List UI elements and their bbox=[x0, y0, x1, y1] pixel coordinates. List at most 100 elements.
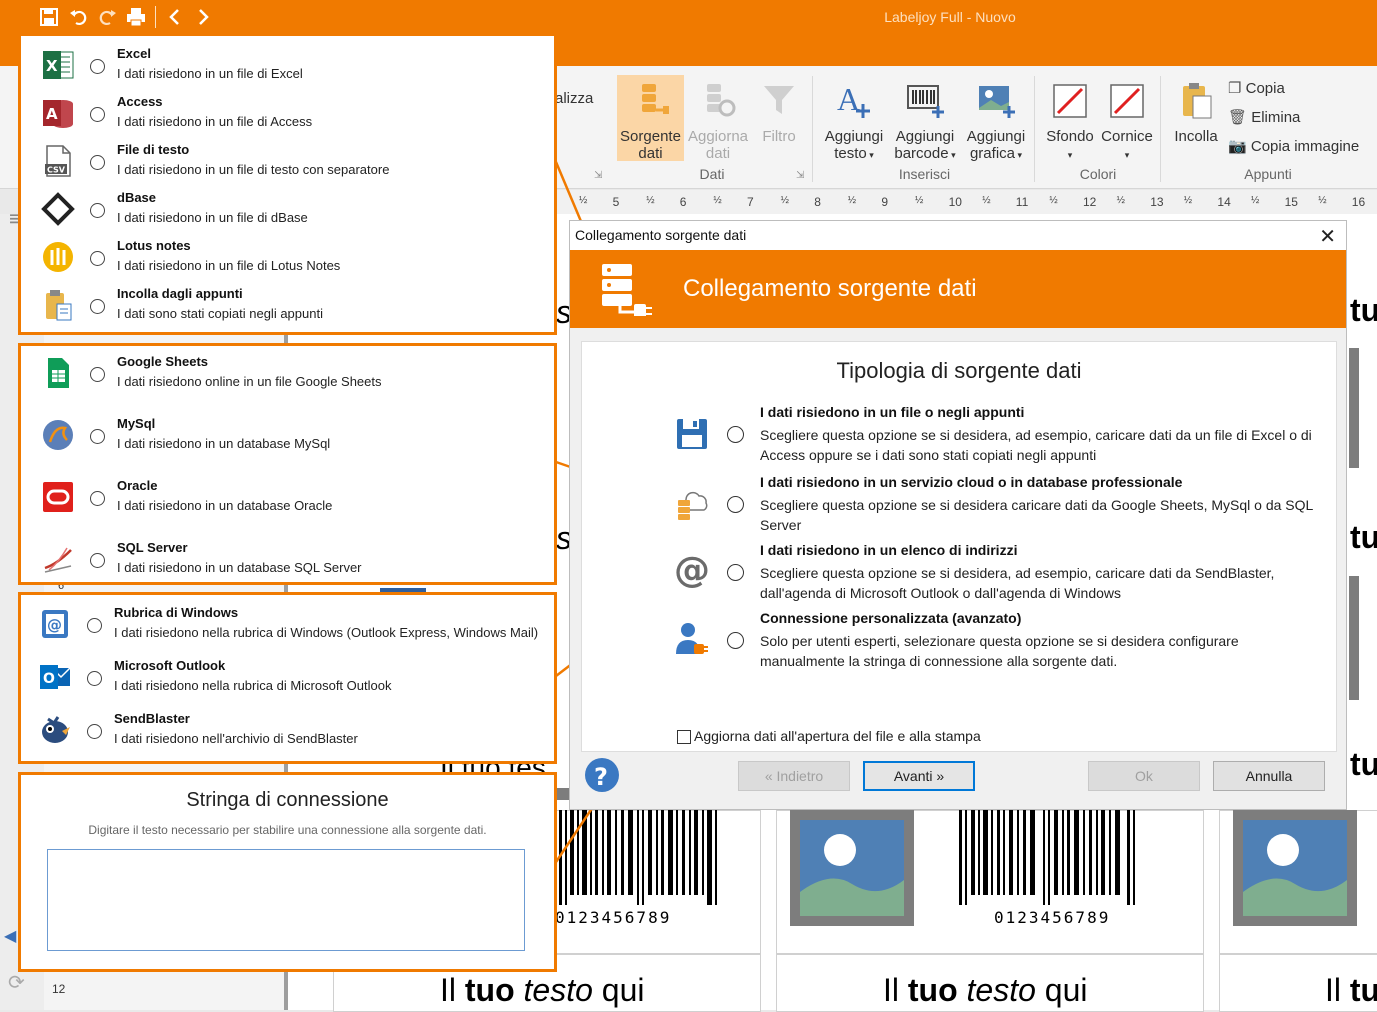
option-title: Lotus notes bbox=[117, 238, 191, 253]
access-icon: A bbox=[41, 96, 75, 130]
svg-text:?: ? bbox=[594, 763, 608, 791]
source-option-rubrica-di-windows[interactable]: @ Rubrica di Windows I dati risiedono nell… bbox=[21, 605, 554, 658]
option-radio[interactable] bbox=[727, 496, 744, 513]
file-sources-panel: X Excel I dati risiedono in un file di Exc… bbox=[18, 33, 557, 335]
at-sign-icon: @ bbox=[674, 552, 710, 588]
option-title: Access bbox=[117, 94, 163, 109]
dbase-icon bbox=[41, 192, 75, 226]
option-title: Google Sheets bbox=[117, 354, 209, 369]
option-desc: I dati risiedono in un file di Lotus Not… bbox=[117, 258, 341, 273]
user-plug-icon bbox=[674, 620, 710, 656]
option-radio[interactable] bbox=[727, 426, 744, 443]
option-desc: I dati risiedono nella rubrica di Micros… bbox=[114, 678, 392, 693]
option-radio[interactable] bbox=[90, 203, 105, 218]
csv-file-icon: CSV bbox=[41, 144, 75, 178]
option-radio[interactable] bbox=[90, 59, 105, 74]
svg-text:A: A bbox=[46, 105, 58, 123]
dialog-header: Collegamento sorgente dati bbox=[570, 250, 1346, 328]
option-desc: I dati risiedono online in un file Googl… bbox=[117, 374, 382, 389]
google-sheets-icon bbox=[41, 356, 75, 390]
svg-text:@: @ bbox=[674, 552, 710, 588]
data-source-icon bbox=[600, 262, 654, 316]
option-radio[interactable] bbox=[87, 671, 102, 686]
option-title: SQL Server bbox=[117, 540, 188, 555]
source-option-excel[interactable]: X Excel I dati risiedono in un file di Exc… bbox=[21, 46, 554, 94]
option-radio[interactable] bbox=[87, 724, 102, 739]
help-icon[interactable]: ? bbox=[584, 757, 620, 793]
option-title: MySql bbox=[117, 416, 156, 431]
option-radio[interactable] bbox=[90, 553, 105, 568]
option-desc: I dati risiedono nella rubrica di Window… bbox=[114, 625, 539, 640]
connection-string-title: Stringa di connessione bbox=[186, 789, 389, 811]
option-desc: I dati sono stati copiati negli appunti bbox=[117, 306, 323, 321]
dialog-header-title: Collegamento sorgente dati bbox=[683, 275, 977, 302]
option-title: Microsoft Outlook bbox=[114, 658, 226, 673]
option-title: Oracle bbox=[117, 478, 158, 493]
svg-text:O: O bbox=[43, 671, 55, 687]
source-option-microsoft-outlook[interactable]: O Microsoft Outlook I dati risiedono nella… bbox=[21, 658, 554, 711]
cloud-database-icon bbox=[674, 486, 710, 522]
connection-string-desc: Digitare il testo necessario per stabili… bbox=[88, 823, 487, 837]
source-option-google-sheets[interactable]: Google Sheets I dati risiedono online in … bbox=[21, 354, 554, 416]
cloud-sources-panel: Google Sheets I dati risiedono online in … bbox=[18, 343, 557, 585]
option-title: Excel bbox=[117, 46, 151, 61]
option-title: SendBlaster bbox=[114, 711, 190, 726]
svg-text:CSV: CSV bbox=[47, 166, 66, 175]
option-desc: I dati risiedono in un database MySql bbox=[117, 436, 331, 451]
clipboard-icon bbox=[41, 288, 75, 322]
dialog-title: Collegamento sorgente dati bbox=[575, 227, 747, 243]
windows-contacts-icon: @ bbox=[38, 607, 72, 641]
close-icon[interactable]: ✕ bbox=[1319, 224, 1336, 248]
source-option-file-di-testo[interactable]: CSV File di testo I dati risiedono in un f… bbox=[21, 142, 554, 190]
source-option-lotus-notes[interactable]: Lotus notes I dati risiedono in un file d… bbox=[21, 238, 554, 286]
option-radio[interactable] bbox=[90, 155, 105, 170]
dialog-titlebar: Collegamento sorgente dati ✕ bbox=[570, 221, 1346, 250]
option-desc: I dati risiedono in un file di Access bbox=[117, 114, 313, 129]
option-radio[interactable] bbox=[90, 429, 105, 444]
option-title: Incolla dagli appunti bbox=[117, 286, 243, 301]
refresh-on-open-label: Aggiorna dati all'apertura del file e al… bbox=[694, 728, 981, 744]
floppy-disk-icon bbox=[674, 416, 710, 452]
source-option-dbase[interactable]: dBase I dati risiedono in un file di dBas… bbox=[21, 190, 554, 238]
address-sources-panel: @ Rubrica di Windows I dati risiedono nell… bbox=[18, 592, 557, 764]
option-desc: I dati risiedono nell'archivio di SendBl… bbox=[114, 731, 358, 746]
sendblaster-icon bbox=[38, 713, 72, 747]
option-radio[interactable] bbox=[90, 491, 105, 506]
option-desc: I dati risiedono in un database SQL Serv… bbox=[117, 560, 362, 575]
option-title: dBase bbox=[117, 190, 157, 205]
option-radio[interactable] bbox=[727, 632, 744, 649]
ok-button[interactable]: Ok bbox=[1088, 761, 1200, 791]
cancel-button[interactable]: Annulla bbox=[1213, 761, 1325, 791]
outlook-icon: O bbox=[38, 660, 72, 694]
option-radio[interactable] bbox=[727, 564, 744, 581]
lotus-notes-icon bbox=[41, 240, 75, 274]
source-option-oracle[interactable]: Oracle I dati risiedono in un database Or… bbox=[21, 478, 554, 540]
option-radio[interactable] bbox=[87, 618, 102, 633]
sql-server-icon bbox=[41, 542, 75, 576]
next-button[interactable]: Avanti » bbox=[863, 761, 975, 791]
source-option-mysql[interactable]: MySql I dati risiedono in un database MyS… bbox=[21, 416, 554, 478]
option-radio[interactable] bbox=[90, 251, 105, 266]
option-radio[interactable] bbox=[90, 299, 105, 314]
svg-text:@: @ bbox=[47, 616, 62, 634]
option-desc: I dati risiedono in un file di dBase bbox=[117, 210, 308, 225]
option-desc: I dati risiedono in un database Oracle bbox=[117, 498, 333, 513]
source-option-access[interactable]: A Access I dati risiedono in un file di Ac… bbox=[21, 94, 554, 142]
oracle-icon bbox=[41, 480, 75, 514]
refresh-on-open-checkbox[interactable] bbox=[677, 730, 691, 744]
source-option-sendblaster[interactable]: SendBlaster I dati risiedono nell'archivi… bbox=[21, 711, 554, 764]
connection-string-input[interactable] bbox=[47, 849, 525, 951]
option-title: Rubrica di Windows bbox=[114, 605, 239, 620]
dialog-subtitle: Tipologia di sorgente dati bbox=[836, 358, 1082, 383]
option-radio[interactable] bbox=[90, 107, 105, 122]
option-desc: I dati risiedono in un file di Excel bbox=[117, 66, 303, 81]
option-desc: I dati risiedono in un file di testo con… bbox=[117, 162, 390, 177]
dialog-body: Tipologia di sorgente dati I dati risied… bbox=[581, 341, 1337, 752]
mysql-icon bbox=[41, 418, 75, 452]
option-title: File di testo bbox=[117, 142, 190, 157]
connection-string-panel: Stringa di connessione Digitare il testo… bbox=[18, 772, 557, 972]
option-radio[interactable] bbox=[90, 367, 105, 382]
source-option-incolla-dagli-appunti[interactable]: Incolla dagli appunti I dati sono stati c… bbox=[21, 286, 554, 334]
excel-icon: X bbox=[41, 48, 75, 82]
back-button[interactable]: « Indietro bbox=[738, 761, 850, 791]
